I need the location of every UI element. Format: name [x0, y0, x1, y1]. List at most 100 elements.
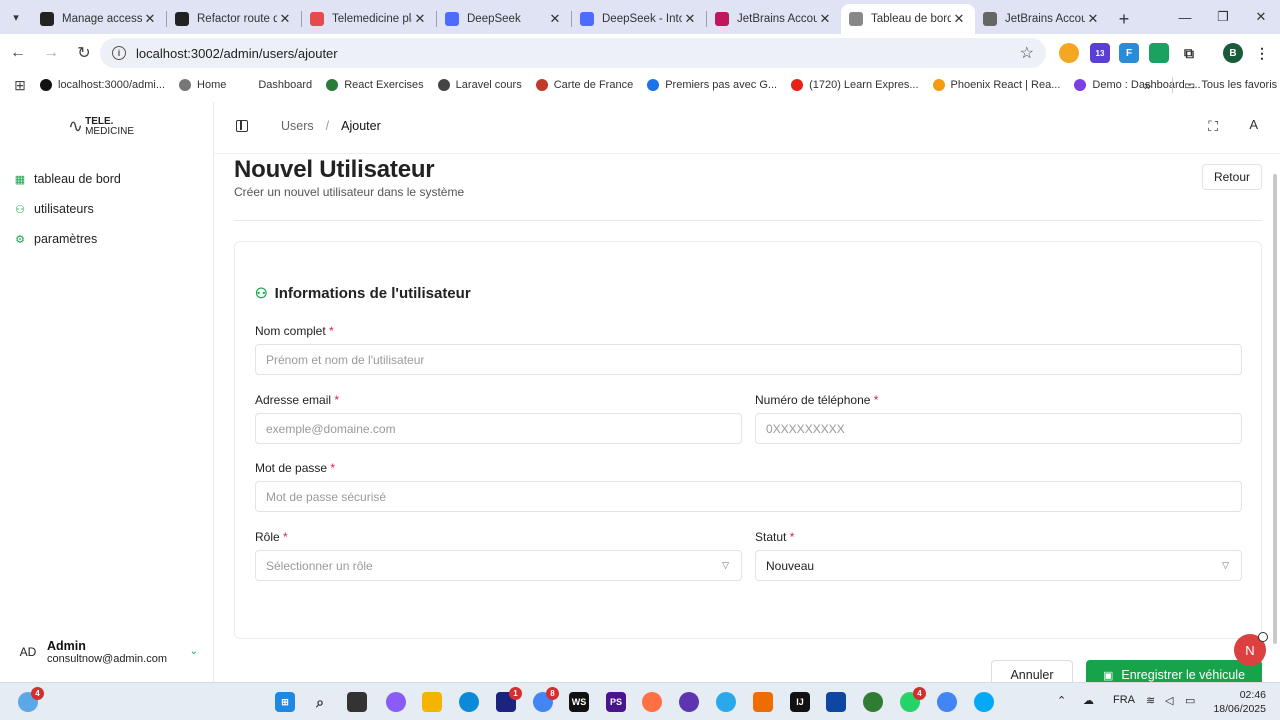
- chrome-icon[interactable]: 8: [533, 687, 559, 712]
- url-bar[interactable]: i localhost:3002/admin/users/ajouter ☆: [100, 38, 1046, 68]
- close-tab-icon[interactable]: ✕: [1085, 11, 1101, 27]
- close-tab-icon[interactable]: ✕: [547, 11, 563, 27]
- browser-tab[interactable]: JetBrains Accour ✕: [707, 4, 841, 34]
- bookmark-item[interactable]: Phoenix React | Rea...: [932, 79, 1060, 91]
- battery-icon[interactable]: ▭: [1185, 694, 1195, 707]
- required-mark: *: [283, 530, 288, 544]
- back-to-list-button[interactable]: Retour: [1201, 164, 1262, 190]
- sidebar-item-settings[interactable]: ⚙ paramètres: [14, 224, 121, 254]
- bookmark-item[interactable]: Laravel cours: [437, 79, 522, 91]
- copilot-icon[interactable]: [386, 692, 406, 712]
- app-logo[interactable]: ∿ TELE. MEDICINE: [68, 116, 134, 137]
- tab-title: Tableau de bord: [871, 13, 951, 25]
- scrollbar-thumb[interactable]: [1273, 174, 1277, 644]
- fullscreen-icon[interactable]: ⛶: [1208, 118, 1218, 135]
- apps-grid-icon[interactable]: ⊞: [0, 77, 40, 94]
- wifi-icon[interactable]: ≋: [1146, 694, 1155, 707]
- bookmark-item[interactable]: Premiers pas avec G...: [647, 79, 777, 91]
- browser-menu-icon[interactable]: ⋮: [1252, 43, 1272, 63]
- postman-icon[interactable]: [642, 692, 662, 712]
- bookmarks-overflow-button[interactable]: »: [1144, 78, 1151, 93]
- notification-fab[interactable]: N: [1234, 632, 1268, 666]
- task-view-icon[interactable]: [347, 692, 367, 712]
- profile-avatar[interactable]: B: [1223, 43, 1243, 63]
- browser-tab[interactable]: Manage access ✕: [32, 4, 166, 34]
- cancel-button[interactable]: Annuler: [991, 660, 1073, 682]
- onedrive-icon[interactable]: ☁: [1083, 694, 1094, 707]
- webstorm-icon[interactable]: WS: [569, 692, 589, 712]
- browser-tab[interactable]: Tableau de bord ✕: [841, 4, 975, 34]
- extension-icon[interactable]: F: [1119, 43, 1139, 63]
- forward-button[interactable]: →: [36, 38, 66, 68]
- save-button[interactable]: ▣ Enregistrer le véhicule: [1086, 660, 1262, 682]
- sidebar-item-users[interactable]: ⚇ utilisateurs: [14, 194, 121, 224]
- bookmark-item[interactable]: React Exercises: [326, 79, 424, 91]
- ubuntu-icon[interactable]: [753, 692, 773, 712]
- weather-icon[interactable]: 4: [18, 687, 44, 712]
- role-select[interactable]: Sélectionner un rôle ▽: [255, 550, 742, 581]
- tray-overflow-icon[interactable]: ⌃: [1057, 694, 1066, 707]
- header-avatar[interactable]: A: [1249, 117, 1258, 132]
- search-icon[interactable]: ⌕: [310, 692, 330, 712]
- telegram-icon[interactable]: [716, 692, 736, 712]
- browser-tab[interactable]: DeepSeek - Into ✕: [572, 4, 706, 34]
- terminal-icon[interactable]: 1: [496, 687, 522, 712]
- bookmark-item[interactable]: Carte de France: [535, 79, 633, 91]
- maximize-button[interactable]: ❐: [1204, 0, 1242, 34]
- system-clock[interactable]: 02:46 18/06/2025: [1213, 688, 1266, 716]
- email-input[interactable]: exemple@domaine.com: [255, 413, 742, 444]
- phone-input[interactable]: 0XXXXXXXXX: [755, 413, 1242, 444]
- whatsapp-icon[interactable]: 4: [900, 687, 926, 712]
- browser-tab[interactable]: DeepSeek ✕: [437, 4, 571, 34]
- minimize-button[interactable]: —: [1166, 0, 1204, 34]
- bookmark-item[interactable]: (1720) Learn Expres...: [791, 79, 919, 91]
- app-icon[interactable]: [826, 692, 846, 712]
- all-bookmarks-folder[interactable]: ▭ Tous les favoris: [1184, 78, 1277, 92]
- status-select[interactable]: Nouveau ▽: [755, 550, 1242, 581]
- edge-icon[interactable]: [459, 692, 479, 712]
- breadcrumb-users[interactable]: Users: [281, 119, 314, 133]
- new-tab-button[interactable]: +: [1109, 4, 1139, 34]
- sidebar-user-menu[interactable]: AD Admin consultnow@admin.com ⌄: [14, 638, 204, 666]
- bookmark-star-icon[interactable]: ☆: [1020, 43, 1034, 63]
- sidebar-toggle-icon[interactable]: [236, 120, 248, 132]
- language-indicator[interactable]: FRA: [1113, 694, 1135, 706]
- back-button[interactable]: ←: [3, 38, 33, 68]
- extension-icon[interactable]: [1059, 43, 1079, 63]
- extensions-puzzle-icon[interactable]: ⧉: [1179, 43, 1199, 63]
- file-explorer-icon[interactable]: [422, 692, 442, 712]
- password-input[interactable]: Mot de passe sécurisé: [255, 481, 1242, 512]
- app-icon[interactable]: [863, 692, 883, 712]
- full-name-input[interactable]: Prénom et nom de l'utilisateur: [255, 344, 1242, 375]
- browser-tab[interactable]: Telemedicine pla ✕: [302, 4, 436, 34]
- close-tab-icon[interactable]: ✕: [142, 11, 158, 27]
- browser-tab[interactable]: Refactor route d ✕: [167, 4, 301, 34]
- close-tab-icon[interactable]: ✕: [682, 11, 698, 27]
- extension-icon[interactable]: [1149, 43, 1169, 63]
- browser-tab[interactable]: JetBrains Accou ✕: [975, 4, 1109, 34]
- reload-button[interactable]: ↻: [69, 38, 99, 68]
- tab-search-button[interactable]: ▾: [0, 0, 32, 34]
- intellij-icon[interactable]: IJ: [790, 692, 810, 712]
- windows-start-icon[interactable]: ⊞: [275, 692, 295, 712]
- chrome-profile-icon[interactable]: [937, 692, 957, 712]
- site-info-icon[interactable]: i: [112, 46, 126, 60]
- close-tab-icon[interactable]: ✕: [412, 11, 428, 27]
- app-icon[interactable]: [974, 692, 994, 712]
- close-window-button[interactable]: ✕: [1242, 0, 1280, 34]
- bookmark-item[interactable]: localhost:3000/admi...: [40, 79, 165, 91]
- settings-icon: ⚙: [15, 233, 25, 246]
- bookmark-item[interactable]: Home: [179, 79, 226, 91]
- page-scrollbar[interactable]: [1272, 170, 1278, 650]
- bookmark-item[interactable]: Dashboard: [240, 79, 312, 91]
- sidebar-item-dashboard[interactable]: ▦ tableau de bord: [14, 164, 121, 194]
- bookmark-item[interactable]: Demo : Dashboard -...: [1074, 79, 1201, 91]
- volume-icon[interactable]: ◁: [1165, 694, 1173, 707]
- close-tab-icon[interactable]: ✕: [951, 11, 967, 27]
- chevron-down-icon[interactable]: ⌄: [190, 646, 198, 657]
- github-desktop-icon[interactable]: [679, 692, 699, 712]
- close-tab-icon[interactable]: ✕: [817, 11, 833, 27]
- extension-icon[interactable]: 13: [1090, 43, 1110, 63]
- phpstorm-icon[interactable]: PS: [606, 692, 626, 712]
- close-tab-icon[interactable]: ✕: [277, 11, 293, 27]
